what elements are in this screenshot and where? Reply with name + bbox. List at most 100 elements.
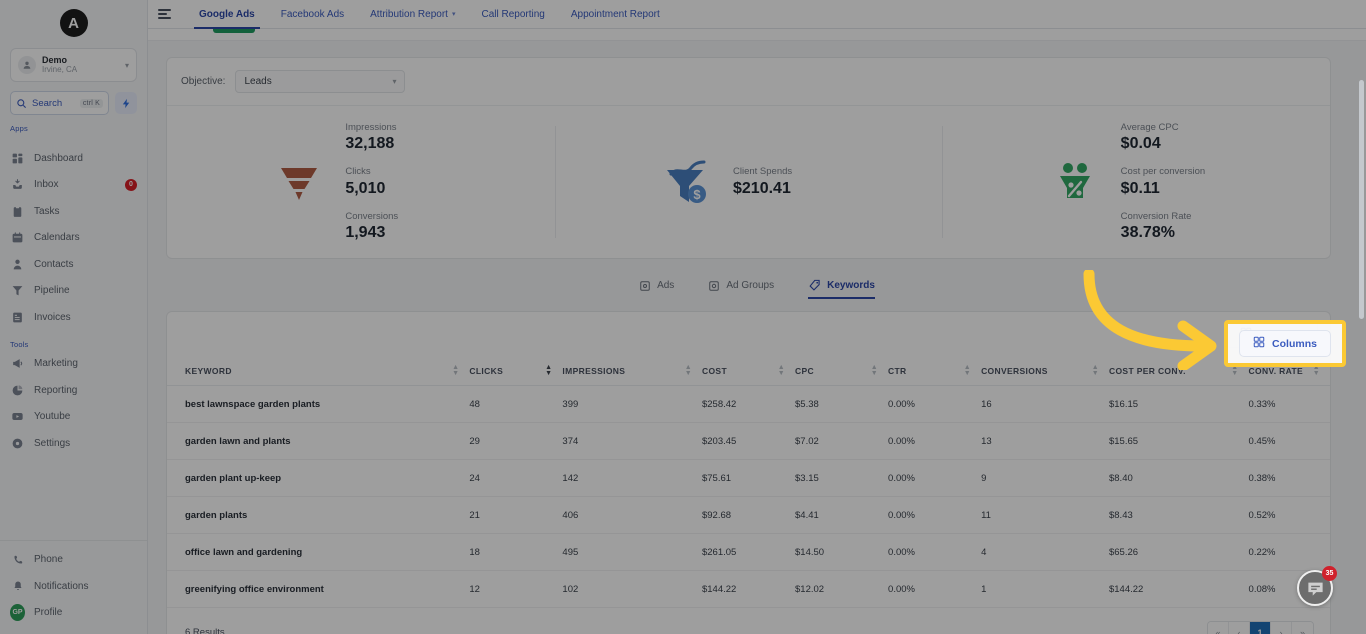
search-row: Search ctrl K bbox=[10, 91, 137, 115]
column-header-cost[interactable]: COST ▲ ▼ bbox=[701, 357, 795, 386]
tab-google-ads[interactable]: Google Ads bbox=[186, 0, 268, 29]
table-row[interactable]: garden plants 21 406 $92.68 $4.41 0.00% … bbox=[167, 496, 1330, 534]
sidebar-item-youtube[interactable]: Youtube bbox=[0, 404, 147, 431]
sort-icon[interactable]: ▲ ▼ bbox=[964, 364, 971, 377]
overview-card: Objective: Leads ▾ Impressions 32,188 Cl… bbox=[166, 57, 1331, 259]
cell-cost: $261.05 bbox=[701, 533, 795, 571]
report-tabs: Google Ads Facebook Ads Attribution Repo… bbox=[186, 0, 673, 29]
column-label: KEYWORD bbox=[185, 366, 232, 376]
sidebar-item-tasks[interactable]: Tasks bbox=[0, 198, 147, 225]
tab-ads[interactable]: Ads bbox=[639, 280, 674, 299]
sidebar-item-invoices[interactable]: Invoices bbox=[0, 304, 147, 331]
cell-cost-per-conv: $8.40 bbox=[1108, 459, 1249, 497]
sidebar-item-profile[interactable]: GP Profile bbox=[0, 600, 147, 627]
column-header-keyword[interactable]: KEYWORD ▲ ▼ bbox=[167, 357, 470, 386]
tab-label: Appointment Report bbox=[570, 8, 660, 20]
cell-clicks: 24 bbox=[469, 459, 563, 497]
cell-conv-rate: 0.52% bbox=[1248, 496, 1330, 534]
cell-clicks: 29 bbox=[469, 422, 563, 460]
menu-toggle-icon[interactable] bbox=[158, 9, 180, 19]
objective-select[interactable]: Leads ▾ bbox=[235, 70, 406, 93]
cell-ctr: 0.00% bbox=[888, 496, 982, 534]
tab-keywords[interactable]: Keywords bbox=[808, 279, 875, 299]
sidebar-item-inbox[interactable]: Inbox 0 bbox=[0, 172, 147, 199]
columns-icon bbox=[1253, 336, 1265, 351]
table-row[interactable]: greenifying office environment 12 102 $1… bbox=[167, 570, 1330, 608]
column-header-cpc[interactable]: CPC ▲ ▼ bbox=[795, 357, 889, 386]
cell-conversions: 16 bbox=[981, 385, 1109, 423]
sort-icon[interactable]: ▲ ▼ bbox=[685, 364, 692, 377]
workspace-switcher[interactable]: Demo Irvine, CA ▾ bbox=[10, 48, 137, 82]
sidebar-item-pipeline[interactable]: Pipeline bbox=[0, 278, 147, 305]
tab-attribution-report[interactable]: Attribution Report ▾ bbox=[357, 0, 468, 29]
column-header-clicks[interactable]: CLICKS ▲ ▼ bbox=[469, 357, 563, 386]
objective-bar: Objective: Leads ▾ bbox=[167, 58, 1330, 106]
table-row[interactable]: best lawnspace garden plants 48 399 $258… bbox=[167, 385, 1330, 423]
vertical-scrollbar[interactable] bbox=[1359, 32, 1364, 630]
sort-icon[interactable]: ▲ ▼ bbox=[452, 364, 459, 377]
page-first-button[interactable]: « bbox=[1208, 622, 1229, 634]
kpi-label: Client Spends bbox=[733, 166, 793, 178]
column-header-impressions[interactable]: IMPRESSIONS ▲ ▼ bbox=[562, 357, 702, 386]
cell-cpc: $7.02 bbox=[795, 422, 889, 460]
cell-clicks: 18 bbox=[469, 533, 563, 571]
table-row[interactable]: garden plant up-keep 24 142 $75.61 $3.15… bbox=[167, 459, 1330, 497]
page-last-button[interactable]: » bbox=[1292, 622, 1313, 634]
quick-action-button[interactable] bbox=[115, 92, 137, 114]
sidebar-item-calendars[interactable]: Calendars bbox=[0, 225, 147, 252]
tab-ad-groups[interactable]: Ad Groups bbox=[708, 280, 774, 299]
sidebar-item-dashboard[interactable]: Dashboard bbox=[0, 145, 147, 172]
sidebar-item-settings[interactable]: Settings bbox=[0, 430, 147, 457]
sort-icon[interactable]: ▲ ▼ bbox=[871, 364, 878, 377]
tab-facebook-ads[interactable]: Facebook Ads bbox=[268, 0, 357, 29]
search-input[interactable]: Search ctrl K bbox=[10, 91, 109, 115]
kpi-value: $210.41 bbox=[733, 179, 791, 197]
sidebar-item-label: Reporting bbox=[34, 384, 78, 396]
page-1-button[interactable]: 1 bbox=[1250, 622, 1271, 634]
sidebar-item-contacts[interactable]: Contacts bbox=[0, 251, 147, 278]
kpi-stats: Client Spends $210.41 bbox=[733, 166, 838, 198]
scrollbar-thumb[interactable] bbox=[1359, 79, 1364, 320]
table-row[interactable]: office lawn and gardening 18 495 $261.05… bbox=[167, 533, 1330, 571]
kpi-value: 32,188 bbox=[345, 135, 395, 153]
sidebar-item-label: Tasks bbox=[34, 205, 60, 217]
cell-cpc: $14.50 bbox=[795, 533, 889, 571]
funnel-icon bbox=[10, 283, 25, 298]
column-header-ctr[interactable]: CTR ▲ ▼ bbox=[888, 357, 982, 386]
sidebar-item-label: Profile bbox=[34, 607, 63, 619]
columns-button-highlighted[interactable]: Columns bbox=[1239, 330, 1331, 357]
sidebar-item-label: Invoices bbox=[34, 311, 71, 323]
cell-ctr: 0.00% bbox=[888, 422, 982, 460]
kpi-impressions: Impressions 32,188 bbox=[345, 122, 450, 154]
sidebar-item-notifications[interactable]: Notifications bbox=[0, 573, 147, 600]
chat-widget[interactable]: 35 bbox=[1297, 566, 1337, 606]
tag-icon bbox=[808, 279, 821, 292]
kpi-label: Conversion Rate bbox=[1120, 210, 1192, 222]
cell-impressions: 142 bbox=[562, 459, 702, 497]
sidebar-item-reporting[interactable]: Reporting bbox=[0, 377, 147, 404]
sort-icon[interactable]: ▲ ▼ bbox=[778, 364, 785, 377]
tab-call-reporting[interactable]: Call Reporting bbox=[468, 0, 557, 29]
tab-appointment-report[interactable]: Appointment Report bbox=[558, 0, 673, 29]
nav-tools: Marketing Reporting Youtube Settings bbox=[0, 351, 147, 457]
kpi-block-spend: $ Client Spends $210.41 bbox=[554, 106, 943, 258]
columns-label: Columns bbox=[1272, 337, 1317, 350]
sort-icon[interactable]: ▲ ▼ bbox=[545, 364, 552, 377]
table-row[interactable]: garden lawn and plants 29 374 $203.45 $7… bbox=[167, 422, 1330, 460]
cell-keyword: greenifying office environment bbox=[167, 570, 470, 608]
ad-icon bbox=[639, 280, 651, 292]
page-next-button[interactable]: › bbox=[1271, 622, 1292, 634]
page-prev-button[interactable]: ‹ bbox=[1229, 622, 1250, 634]
cell-keyword: garden plant up-keep bbox=[167, 459, 470, 497]
sidebar-item-marketing[interactable]: Marketing bbox=[0, 351, 147, 378]
objective-value: Leads bbox=[244, 76, 272, 87]
phone-icon bbox=[10, 552, 25, 567]
cell-keyword: best lawnspace garden plants bbox=[167, 385, 470, 423]
kpi-value: $0.04 bbox=[1120, 135, 1161, 153]
workspace-location: Irvine, CA bbox=[42, 64, 78, 74]
brand[interactable]: A bbox=[0, 0, 147, 40]
annotation-arrow bbox=[1075, 268, 1245, 375]
person-icon bbox=[10, 257, 25, 272]
sidebar-bottom: Phone Notifications GP Profile bbox=[0, 539, 147, 634]
sidebar-item-phone[interactable]: Phone bbox=[0, 547, 147, 574]
